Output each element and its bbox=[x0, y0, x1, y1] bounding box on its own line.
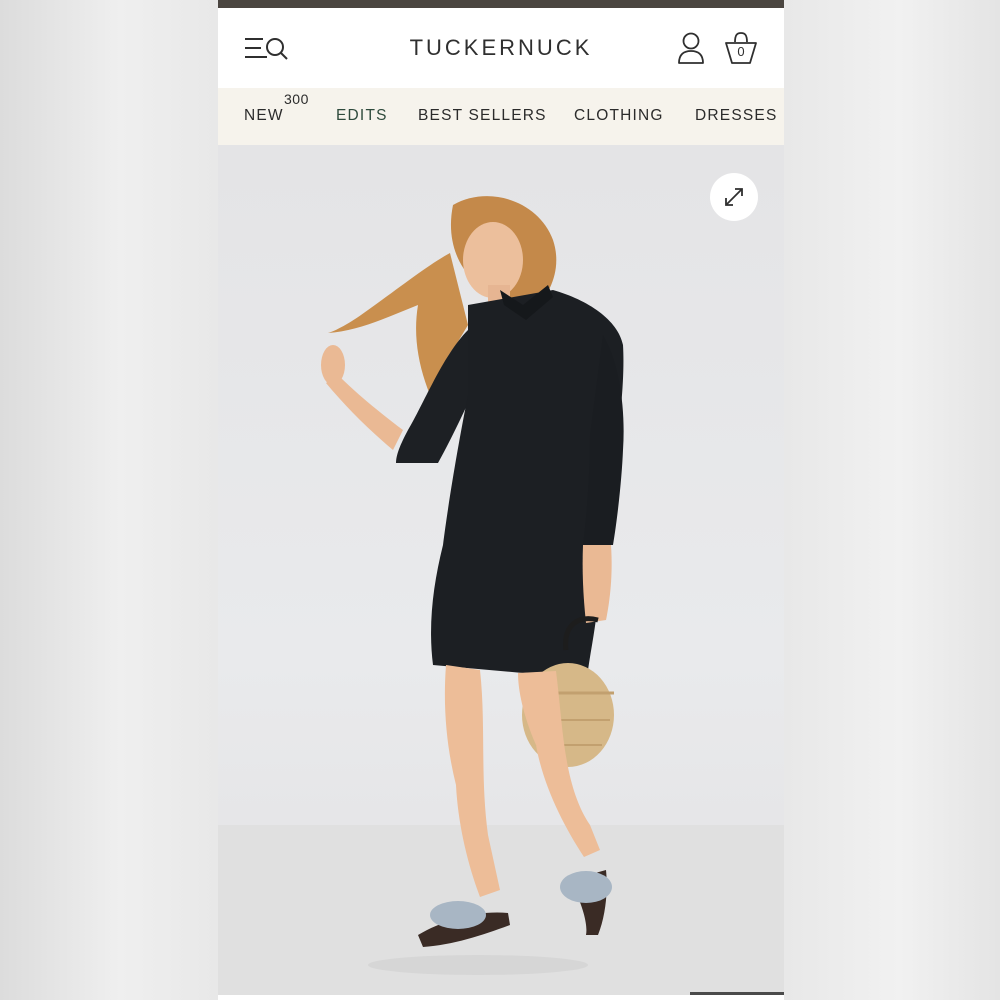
nav-item-best-sellers[interactable]: BEST SELLERS bbox=[418, 107, 547, 125]
expand-image-button[interactable] bbox=[710, 173, 758, 221]
site-header: TUCKERNUCK 0 bbox=[218, 8, 784, 88]
new-count-badge: 300 bbox=[284, 91, 309, 107]
nav-item-label: DRESSES bbox=[695, 107, 778, 124]
image-scroll-indicator bbox=[690, 992, 784, 995]
status-strip bbox=[218, 0, 784, 8]
nav-item-new[interactable]: NEW bbox=[244, 107, 284, 125]
product-image[interactable] bbox=[218, 145, 784, 995]
nav-item-label: BEST SELLERS bbox=[418, 107, 547, 124]
bag-count: 0 bbox=[737, 44, 745, 59]
nav-item-clothing[interactable]: CLOTHING bbox=[574, 107, 664, 125]
nav-item-dresses[interactable]: DRESSES bbox=[695, 107, 777, 125]
shopping-bag-button[interactable]: 0 bbox=[724, 30, 758, 66]
model-illustration bbox=[321, 196, 624, 975]
nav-item-label: NEW bbox=[244, 107, 284, 124]
expand-icon bbox=[725, 188, 743, 206]
account-button[interactable] bbox=[676, 30, 706, 66]
nav-item-label: EDITS bbox=[336, 107, 388, 124]
nav-item-label: CLOTHING bbox=[574, 107, 664, 124]
bottom-edge bbox=[218, 995, 784, 1000]
phone-screen: TUCKERNUCK 0 NEW 300 EDITS BEST SELLERS bbox=[218, 0, 784, 1000]
user-icon bbox=[678, 32, 704, 64]
category-nav: NEW 300 EDITS BEST SELLERS CLOTHING DRES… bbox=[218, 88, 784, 145]
nav-item-edits[interactable]: EDITS bbox=[336, 107, 388, 125]
